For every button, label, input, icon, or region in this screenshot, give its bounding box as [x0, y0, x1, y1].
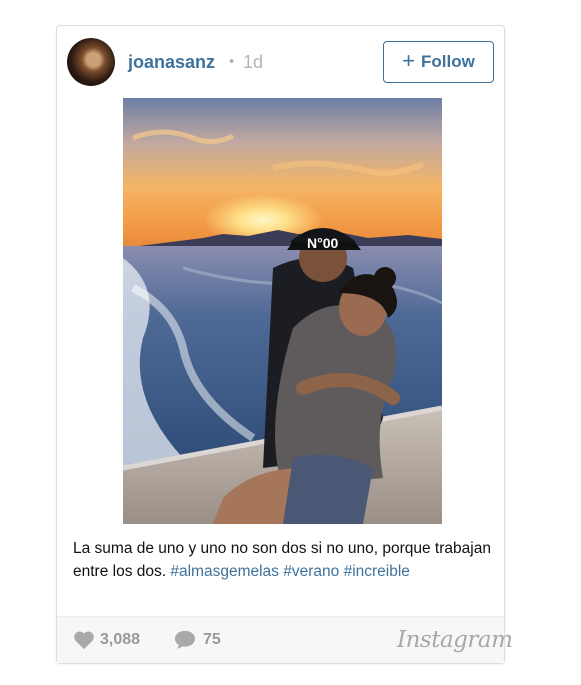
instagram-embed-card: joanasanz • 1d + Follow N°00 La suma de …: [56, 25, 513, 664]
avatar[interactable]: [67, 38, 115, 86]
instagram-logo[interactable]: Instagram: [397, 627, 513, 653]
comment-bubble-icon[interactable]: [173, 629, 197, 650]
post-photo[interactable]: N°00: [123, 98, 442, 524]
follow-label: Follow: [421, 52, 475, 71]
hashtag-verano[interactable]: #verano: [283, 563, 339, 580]
hashtag-almasgemelas[interactable]: #almasgemelas: [170, 563, 279, 580]
post-header: joanasanz • 1d + Follow: [57, 26, 504, 98]
follow-button[interactable]: + Follow: [383, 41, 494, 83]
post-photo-image: N°00: [123, 98, 442, 524]
hashtag-increible[interactable]: #increible: [344, 563, 410, 580]
separator-dot: •: [229, 53, 235, 70]
cap-text: N°00: [307, 235, 338, 251]
post-caption: La suma de uno y uno no son dos si no un…: [73, 537, 493, 583]
heart-icon[interactable]: [73, 630, 95, 650]
username-link[interactable]: joanasanz: [128, 52, 215, 73]
caption-text: La suma de uno y uno no son dos si no un…: [73, 540, 491, 580]
post-footer: 3,088 75 Instagram: [57, 616, 513, 663]
plus-icon: +: [402, 48, 416, 73]
comment-count: 75: [203, 631, 221, 648]
like-count: 3,088: [100, 631, 141, 648]
post-time[interactable]: 1d: [243, 52, 263, 73]
